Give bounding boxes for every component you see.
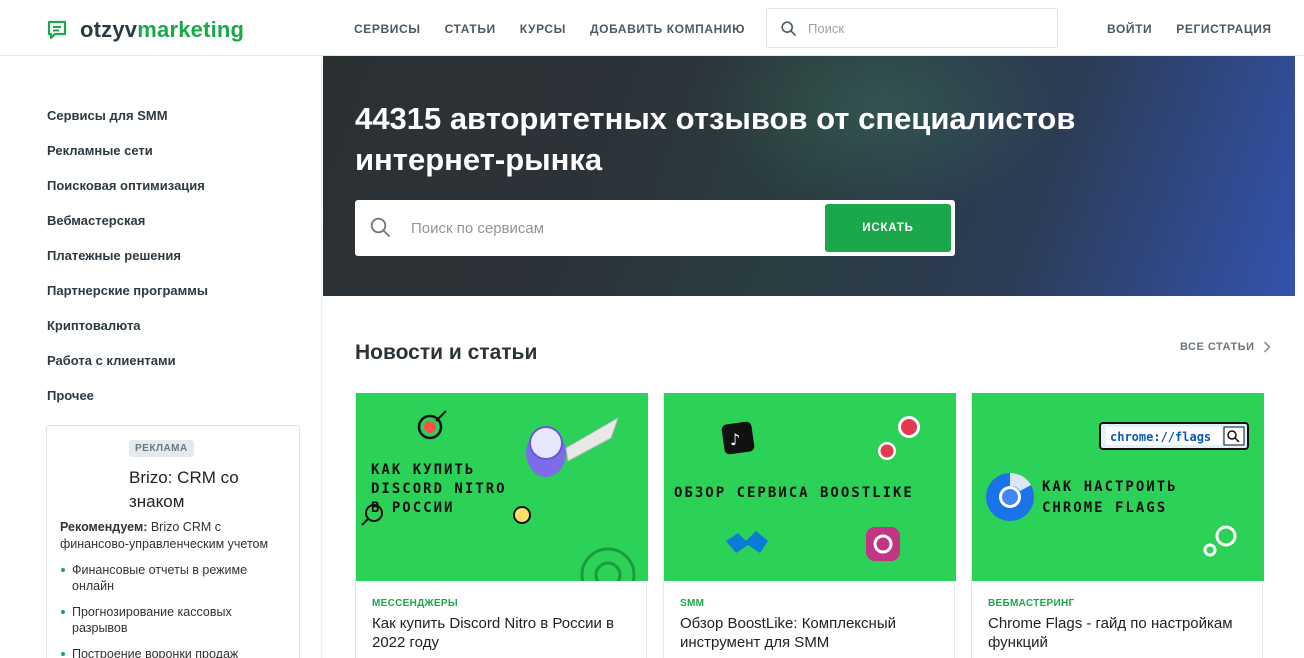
login-link[interactable]: ВОЙТИ — [1107, 22, 1152, 36]
hero-title: 44315 авторитетных отзывов от специалист… — [355, 101, 1076, 177]
sidebar-item-crypto[interactable]: Криптовалюта — [47, 319, 208, 354]
main-nav: СЕРВИСЫ СТАТЬИ КУРСЫ ДОБАВИТЬ КОМПАНИЮ — [354, 22, 745, 36]
nav-articles[interactable]: СТАТЬИ — [445, 22, 496, 36]
ad-bullet: Финансовые отчеты в режиме онлайн — [60, 562, 290, 594]
sidebar-item-affiliate[interactable]: Партнерские программы — [47, 284, 208, 319]
boostlike-illustration-icon: ♪ ОБЗОР СЕРВИСА BOOSTLIKE — [674, 416, 920, 561]
article-image: chrome://flags КАК НАСТРОИТЬ CHROME FLAG… — [972, 393, 1264, 581]
chat-logo-icon — [47, 20, 67, 40]
ad-recommendation: Рекомендуем: Brizo CRM с финансово-управ… — [60, 520, 269, 551]
search-icon — [781, 20, 796, 36]
article-title[interactable]: Как купить Discord Nitro в России в 2022… — [372, 614, 636, 652]
search-icon — [370, 217, 390, 237]
article-image: ♪ ОБЗОР СЕРВИСА BOOSTLIKE — [664, 393, 956, 581]
sidebar-item-other[interactable]: Прочее — [47, 389, 208, 424]
url-bar-text: chrome://flags — [1110, 430, 1211, 444]
article-title[interactable]: Chrome Flags - гайд по настройкам функци… — [988, 614, 1252, 652]
article-card[interactable]: КАК КУПИТЬ DISCORD NITRO В РОССИИ МЕССЕН… — [355, 393, 648, 658]
ad-bullet: Построение воронки продаж — [60, 646, 290, 658]
svg-text:CHROME FLAGS: CHROME FLAGS — [1042, 500, 1167, 516]
article-title[interactable]: Обзор BoostLike: Комплексный инструмент … — [680, 614, 944, 652]
nav-courses[interactable]: КУРСЫ — [520, 22, 566, 36]
sidebar-item-webmaster[interactable]: Вебмастерская — [47, 214, 208, 249]
sidebar-item-payments[interactable]: Платежные решения — [47, 249, 208, 284]
article-category[interactable]: МЕССЕНДЖЕРЫ — [372, 598, 458, 609]
hero-search: ИСКАТЬ — [355, 200, 955, 256]
sidebar: Сервисы для SMM Рекламные сети Поисковая… — [0, 57, 322, 658]
register-link[interactable]: РЕГИСТРАЦИЯ — [1176, 22, 1271, 36]
top-header: otzyvmarketing СЕРВИСЫ СТАТЬИ КУРСЫ ДОБА… — [0, 0, 1304, 56]
svg-text:В РОССИИ: В РОССИИ — [371, 500, 454, 516]
hero-banner: 44315 авторитетных отзывов от специалист… — [323, 56, 1295, 296]
nav-add-company[interactable]: ДОБАВИТЬ КОМПАНИЮ — [590, 22, 745, 36]
article-card[interactable]: ♪ ОБЗОР СЕРВИСА BOOSTLIKE SMM Обзор Boos… — [663, 393, 956, 658]
ad-bullets: Финансовые отчеты в режиме онлайн Прогно… — [60, 562, 290, 658]
category-list: Сервисы для SMM Рекламные сети Поисковая… — [47, 109, 208, 424]
all-articles-label: ВСЕ СТАТЬИ — [1180, 341, 1255, 353]
header-search — [766, 8, 1058, 48]
article-category[interactable]: SMM — [680, 598, 704, 609]
site-logo[interactable]: otzyvmarketing — [46, 17, 244, 43]
ad-bullet: Прогнозирование кассовых разрывов — [60, 604, 290, 636]
all-articles-link[interactable]: ВСЕ СТАТЬИ — [1180, 341, 1271, 353]
ad-title[interactable]: Brizo: CRM со знаком — [129, 466, 279, 514]
article-category[interactable]: ВЕБМАСТЕРИНГ — [988, 598, 1074, 609]
hero-search-input[interactable] — [411, 216, 811, 240]
svg-text:КАК НАСТРОИТЬ: КАК НАСТРОИТЬ — [1042, 479, 1178, 495]
article-card[interactable]: chrome://flags КАК НАСТРОИТЬ CHROME FLAG… — [971, 393, 1264, 658]
search-button[interactable]: ИСКАТЬ — [825, 204, 951, 252]
header-search-input[interactable] — [808, 20, 1048, 36]
logo-text: otzyvmarketing — [80, 17, 245, 42]
sidebar-item-seo[interactable]: Поисковая оптимизация — [47, 179, 208, 214]
news-section-title: Новости и статьи — [355, 341, 538, 364]
chrome-illustration-icon: chrome://flags КАК НАСТРОИТЬ CHROME FLAG… — [986, 422, 1249, 557]
sidebar-item-ad-networks[interactable]: Рекламные сети — [47, 144, 208, 179]
sidebar-item-clients[interactable]: Работа с клиентами — [47, 354, 208, 389]
svg-text:DISCORD NITRO: DISCORD NITRO — [371, 481, 507, 497]
ad-badge: РЕКЛАМА — [129, 440, 194, 457]
discord-illustration-icon: КАК КУПИТЬ DISCORD NITRO В РОССИИ — [361, 410, 636, 581]
auth-links: ВОЙТИ РЕГИСТРАЦИЯ — [1107, 22, 1272, 36]
nav-services[interactable]: СЕРВИСЫ — [354, 22, 421, 36]
article-image: КАК КУПИТЬ DISCORD NITRO В РОССИИ — [356, 393, 648, 581]
svg-text:КАК КУПИТЬ: КАК КУПИТЬ — [371, 462, 475, 478]
chevron-right-icon — [1263, 341, 1271, 353]
svg-text:♪: ♪ — [730, 430, 740, 449]
svg-text:ОБЗОР СЕРВИСА BOOSTLIKE: ОБЗОР СЕРВИСА BOOSTLIKE — [674, 485, 914, 501]
sidebar-item-smm[interactable]: Сервисы для SMM — [47, 109, 208, 144]
ad-block[interactable]: РЕКЛАМА Brizo: CRM со знаком Рекомендуем… — [46, 425, 300, 658]
